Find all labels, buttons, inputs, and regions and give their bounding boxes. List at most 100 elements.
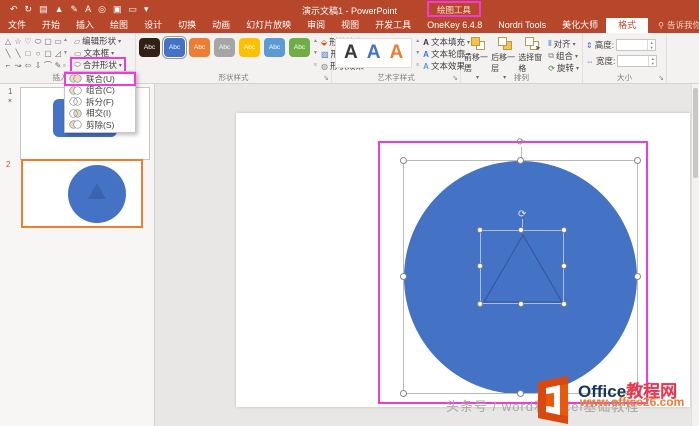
tab-draw[interactable]: 绘图 — [102, 18, 136, 33]
resize-handle[interactable] — [518, 301, 524, 307]
thumbnail-triangle — [88, 183, 106, 199]
wordart-sample[interactable]: A — [389, 40, 403, 66]
group-objects-button[interactable]: ⧉ 组合▾ — [548, 50, 579, 62]
shape-icon[interactable]: ⌒ — [43, 60, 53, 72]
shape-icon[interactable]: ✎ — [53, 60, 63, 72]
shape-icon[interactable]: ⇩ — [33, 60, 43, 72]
tab-file[interactable]: 文件 — [0, 18, 34, 33]
selection-pane-icon: ➤ — [525, 37, 539, 50]
tab-review[interactable]: 审阅 — [299, 18, 333, 33]
rotation-handle[interactable]: ⟳ — [518, 211, 526, 219]
shape-style-chip[interactable]: Abc — [189, 38, 210, 57]
tab-design[interactable]: 设计 — [136, 18, 170, 33]
shape-icon[interactable]: ◿ — [53, 48, 63, 60]
shape-style-gallery: Abc Abc Abc Abc Abc Abc Abc — [139, 38, 310, 57]
shape-icon[interactable]: ○ — [33, 48, 43, 60]
text-outline-icon: A — [423, 50, 429, 59]
shape-style-chip[interactable]: Abc — [139, 38, 160, 57]
resize-handle[interactable] — [400, 273, 407, 280]
resize-handle[interactable] — [634, 273, 641, 280]
vertical-scrollbar[interactable] — [691, 84, 699, 426]
height-input[interactable] — [617, 40, 647, 50]
rotation-handle[interactable]: ⟳ — [517, 139, 525, 147]
tab-slideshow[interactable]: 幻灯片放映 — [238, 18, 299, 33]
shape-icon[interactable]: ⬭ — [33, 36, 43, 48]
resize-handle[interactable] — [477, 263, 483, 269]
edit-shape-button[interactable]: ▱ 编辑形状▾ — [72, 35, 124, 47]
shape-style-chip-selected[interactable]: Abc — [164, 38, 185, 57]
shape-icon[interactable]: ╲ — [3, 48, 13, 60]
shape-gallery-scrollbar[interactable]: ▲▼≡ — [63, 35, 70, 71]
tab-view[interactable]: 视图 — [333, 18, 367, 33]
editor-canvas[interactable]: ⟳ ⟳ 头条号 / word和excel基 — [156, 84, 691, 426]
shape-style-chip[interactable]: Abc — [239, 38, 260, 57]
shape-icon[interactable]: ▢ — [43, 36, 53, 48]
tab-transitions[interactable]: 切换 — [170, 18, 204, 33]
menu-item-intersect[interactable]: 相交(I) — [65, 108, 135, 120]
shape-fill-icon: ⬙ — [321, 38, 327, 47]
wordart-sample[interactable]: A — [344, 40, 358, 66]
menu-item-subtract[interactable]: 剪除(S) — [65, 119, 135, 131]
merge-intersect-icon — [69, 109, 82, 118]
width-stepper[interactable]: ▲▼ — [617, 55, 657, 67]
tab-format-active[interactable]: 格式 — [606, 18, 648, 33]
slide-2-thumbnail[interactable] — [21, 159, 143, 228]
resize-handle[interactable] — [400, 390, 407, 397]
resize-handle[interactable] — [561, 263, 567, 269]
tab-nordri-tools[interactable]: Nordri Tools — [490, 18, 554, 33]
menu-item-combine[interactable]: 组合(C) — [65, 85, 135, 97]
merge-shapes-button[interactable]: ⬭ 合并形状▾ — [72, 59, 124, 71]
wordart-sample[interactable]: A — [367, 40, 381, 66]
shape-icon[interactable]: ⇦ — [23, 60, 33, 72]
shape-icon[interactable]: ⌐ — [3, 60, 13, 72]
resize-handle[interactable] — [561, 227, 567, 233]
shape-icon[interactable]: ╲ — [13, 48, 23, 60]
width-input[interactable] — [618, 56, 648, 66]
shape-style-chip[interactable]: Abc — [214, 38, 235, 57]
shape-icon[interactable]: △ — [3, 36, 13, 48]
scrollbar-thumb[interactable] — [693, 88, 698, 178]
edit-shape-icon: ▱ — [74, 37, 80, 46]
tab-onekey[interactable]: OneKey 6.4.8 — [419, 18, 490, 33]
shape-style-chip[interactable]: Abc — [289, 38, 310, 57]
shape-style-chip[interactable]: Abc — [264, 38, 285, 57]
menu-item-union[interactable]: 联合(U) — [65, 73, 135, 85]
tab-animations[interactable]: 动画 — [204, 18, 238, 33]
align-button[interactable]: ⫴ 对齐▾ — [548, 38, 579, 50]
resize-handle[interactable] — [477, 301, 483, 307]
triangle-shape[interactable] — [481, 231, 565, 305]
slide-area[interactable]: ⟳ ⟳ 头条号 / word和excel基 — [236, 113, 690, 407]
tab-developer[interactable]: 开发工具 — [367, 18, 419, 33]
menu-item-fragment[interactable]: 拆分(F) — [65, 96, 135, 108]
rotate-icon: ⟳ — [548, 64, 555, 73]
resize-handle[interactable] — [477, 227, 483, 233]
resize-handle[interactable] — [634, 157, 641, 164]
resize-handle[interactable] — [400, 157, 407, 164]
shape-styles-dialog-launcher-icon[interactable]: ⇘ — [323, 74, 329, 82]
resize-handle[interactable] — [517, 157, 524, 164]
shape-style-gallery-scrollbar[interactable]: ▲▼≡ — [313, 38, 318, 68]
tab-meihua-dashi[interactable]: 美化大师 — [554, 18, 606, 33]
spinner-arrows-icon[interactable]: ▲▼ — [647, 40, 655, 50]
size-dialog-launcher-icon[interactable]: ⇘ — [658, 74, 664, 82]
shape-icon[interactable]: ☆ — [13, 36, 23, 48]
resize-handle[interactable] — [518, 227, 524, 233]
shape-icon[interactable]: ↝ — [13, 60, 23, 72]
shape-icon[interactable]: ▢ — [43, 48, 53, 60]
shape-icon[interactable]: □ — [23, 48, 33, 60]
tab-insert[interactable]: 插入 — [68, 18, 102, 33]
text-box-button[interactable]: ▭ 文本框▾ — [72, 47, 124, 59]
wordart-gallery-scrollbar[interactable]: ▲▼≡ — [415, 38, 420, 68]
tab-home[interactable]: 开始 — [34, 18, 68, 33]
height-label: 高度: — [595, 39, 614, 51]
wordart-dialog-launcher-icon[interactable]: ⇘ — [452, 74, 458, 82]
shape-icon[interactable]: ♡ — [23, 36, 33, 48]
merge-union-icon — [69, 74, 82, 83]
tell-me-box[interactable]: ⚲告诉我你想要做什么 — [648, 18, 699, 33]
spinner-arrows-icon[interactable]: ▲▼ — [648, 56, 656, 66]
shape-icon[interactable]: ▭ — [53, 36, 63, 48]
resize-handle[interactable] — [561, 301, 567, 307]
merge-subtract-icon — [69, 120, 82, 129]
selection-pane-button[interactable]: ➤ 选择窗格 — [518, 37, 545, 74]
height-stepper[interactable]: ▲▼ — [616, 39, 656, 51]
